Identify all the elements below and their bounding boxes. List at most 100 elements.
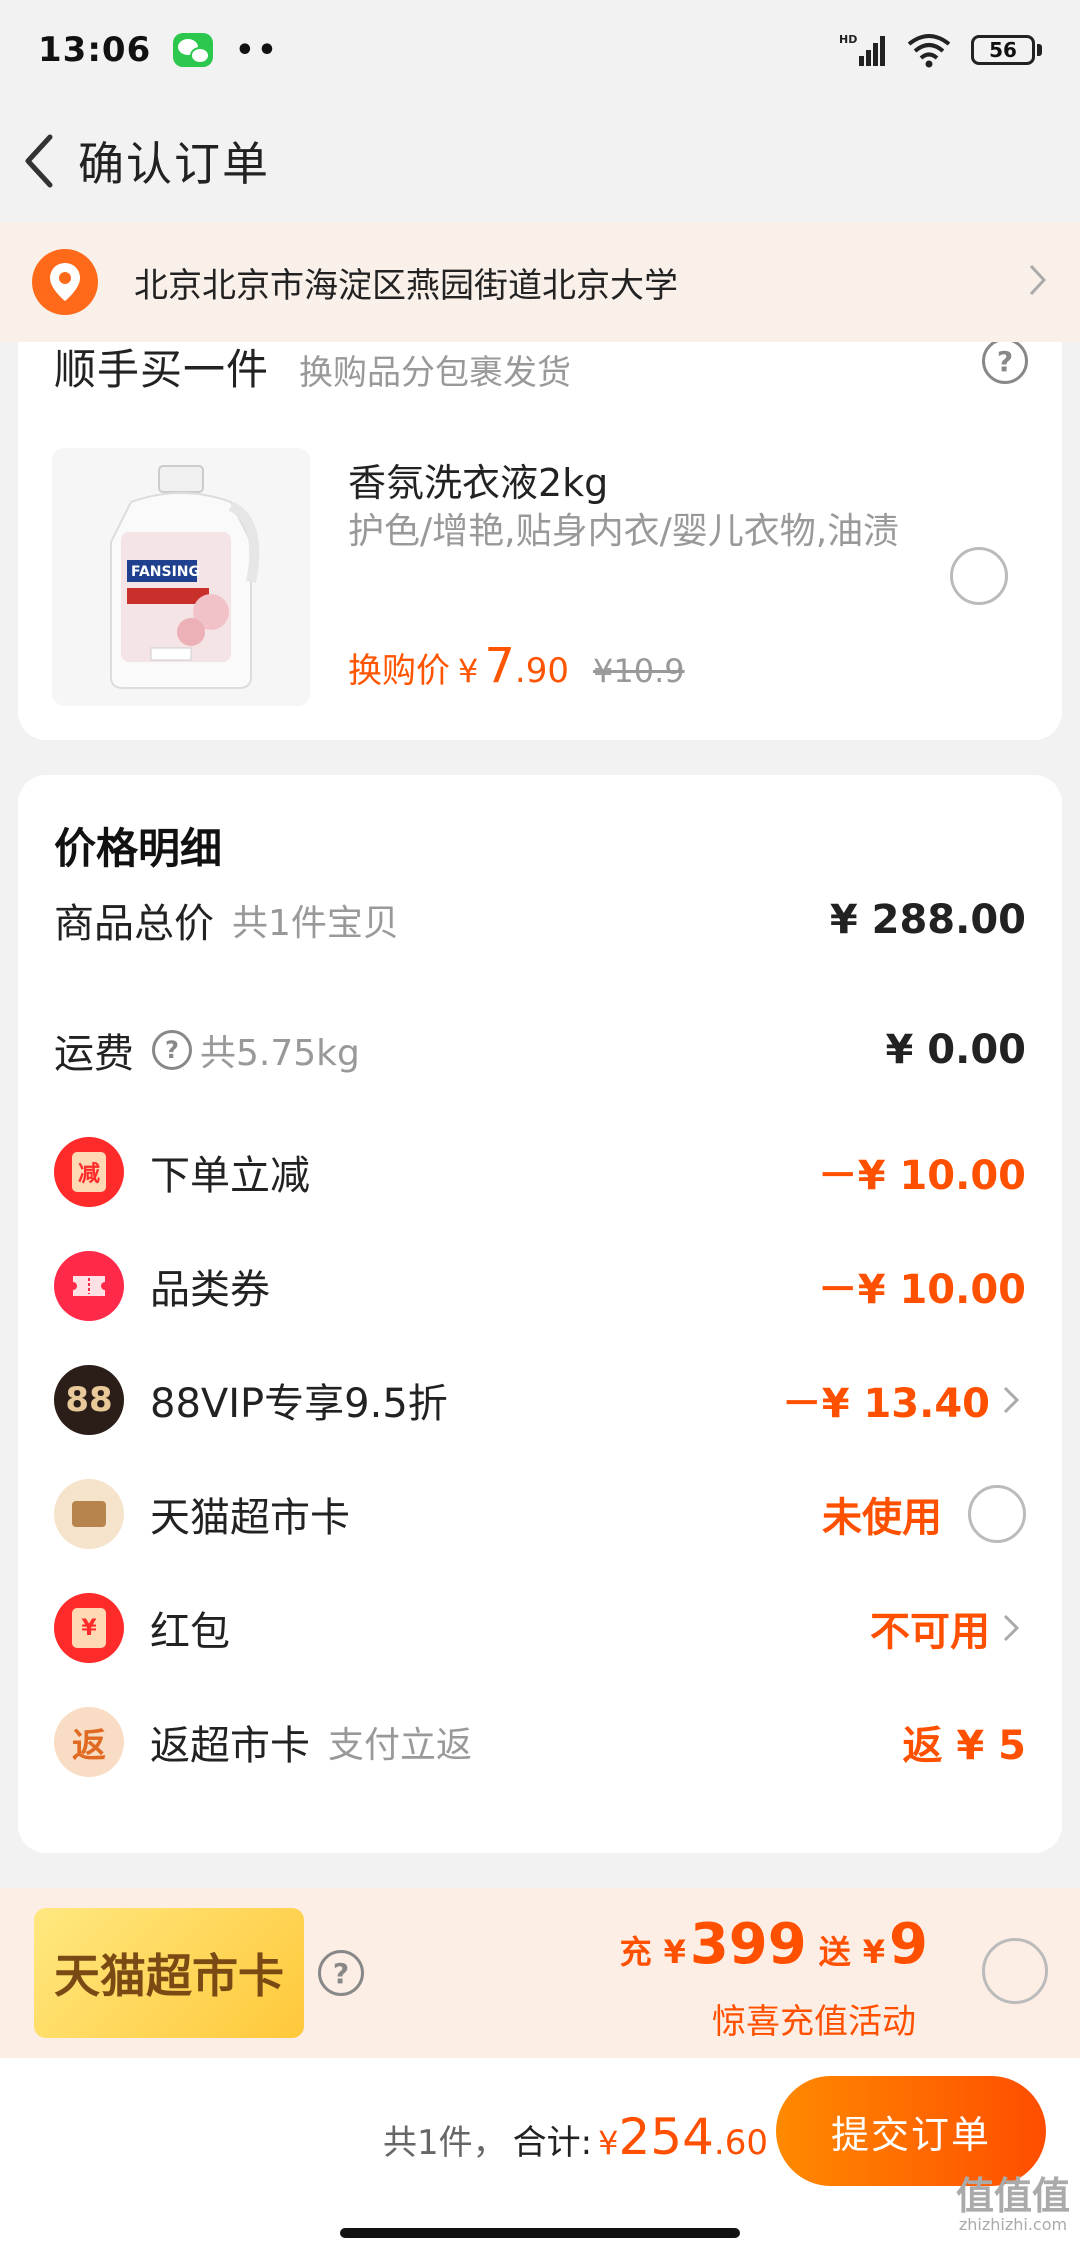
product-brand-label: FANSING — [131, 564, 200, 580]
price-detail-card: 价格明细 商品总价 共1件宝贝 ¥ 288.00 运费 ? 共5.75kg ¥ … — [18, 775, 1062, 1853]
row-right: 不可用 — [870, 1599, 1026, 1657]
watermark-main: 值值值 — [955, 2174, 1070, 2218]
battery-level: 56 — [971, 35, 1035, 65]
row-sub: 支付立返 — [328, 1725, 473, 1766]
price-integer: 7 — [484, 638, 515, 694]
addon-header: 顺手买一件 换购品分包裹发货 — [54, 336, 571, 397]
row-label: 品类券 — [150, 1267, 270, 1313]
address-bar[interactable]: 北京北京市海淀区燕园街道北京大学 — [0, 222, 1080, 342]
row-goods-total: 商品总价 共1件宝贝 ¥ 288.00 — [54, 885, 1026, 955]
wifi-icon — [907, 34, 951, 68]
gift-yen: ¥ — [862, 1933, 886, 1971]
detergent-bottle-icon: FANSING — [110, 465, 260, 689]
checkout-bar: 共1件， 合计: ¥ 254 .60 提交订单 值值值 zhizhizhi.co… — [0, 2058, 1080, 2248]
icon-label: ¥ — [72, 1608, 106, 1648]
promo-description: 惊喜充值活动 — [712, 2002, 916, 2042]
card-icon — [54, 1479, 124, 1549]
gift-amount: 9 — [889, 1912, 928, 1977]
row-label: 运费 — [54, 1031, 134, 1077]
supermarket-card-radio[interactable] — [968, 1485, 1026, 1543]
product-price: 换购价 ¥ 7 .90 ¥10.9 — [348, 638, 685, 694]
addon-card: 顺手买一件 换购品分包裹发货 ? FANSING 香氛洗衣液2kg 护色/增艳,… — [18, 300, 1062, 740]
row-right: 未使用 — [822, 1485, 1026, 1543]
help-icon[interactable]: ? — [318, 1950, 364, 1996]
row-label: 红包 — [150, 1609, 230, 1655]
addon-title: 顺手买一件 — [54, 345, 270, 394]
cashback-icon: 返 — [54, 1707, 124, 1777]
row-supermarket-card: 天猫超市卡 未使用 — [54, 1479, 1026, 1549]
icon-label: 减 — [72, 1152, 106, 1192]
row-right: －¥ 13.40 — [782, 1371, 1026, 1429]
row-88vip[interactable]: 88 88VIP专享9.5折 －¥ 13.40 — [54, 1365, 1026, 1435]
item-count: 共1件， — [383, 2123, 507, 2163]
page-header: 确认订单 — [0, 100, 1080, 222]
status-dots: •• — [235, 32, 280, 68]
row-sub: 共5.75kg — [200, 1033, 360, 1074]
battery-icon: 56 — [971, 35, 1042, 65]
watermark: 值值值 zhizhizhi.com — [956, 2176, 1070, 2234]
row-cashback: 返 返超市卡 支付立返 返 ¥ 5 — [54, 1707, 1026, 1777]
row-order-discount: 减 下单立减 －¥ 10.00 — [54, 1137, 1026, 1207]
status-time: 13:06 — [38, 30, 152, 70]
row-label: 下单立减 — [150, 1153, 310, 1199]
status-icons: HD 56 — [839, 32, 1042, 68]
promo-offer: 充 ¥ 399 送 ¥ 9 — [620, 1912, 940, 1977]
watermark-sub: zhizhizhi.com — [958, 2215, 1068, 2234]
row-value: ¥ 0.00 — [885, 1027, 1026, 1073]
product-image[interactable]: FANSING — [52, 448, 310, 706]
row-value: 不可用 — [870, 1609, 990, 1655]
order-total: 共1件， 合计: ¥ 254 .60 — [383, 2108, 768, 2166]
wechat-icon — [173, 33, 214, 67]
promo-select-radio[interactable] — [982, 1938, 1048, 2004]
status-bar: 13:06 •• HD 56 — [0, 0, 1080, 100]
row-label: 天猫超市卡 — [150, 1495, 350, 1541]
red-packet-icon: ¥ — [54, 1593, 124, 1663]
page-title: 确认订单 — [78, 137, 270, 191]
price-decimal: .90 — [514, 651, 569, 691]
chevron-right-icon — [1002, 1608, 1026, 1648]
price-label: 换购价 — [348, 651, 450, 691]
row-value: ¥ 288.00 — [829, 897, 1026, 943]
original-price: ¥10.9 — [592, 652, 685, 690]
help-icon[interactable]: ? — [982, 338, 1028, 384]
help-icon[interactable]: ? — [152, 1030, 192, 1070]
row-shipping: 运费 ? 共5.75kg ¥ 0.00 — [54, 1015, 1026, 1085]
row-value: －¥ 10.00 — [817, 1153, 1026, 1199]
row-value: 返 ¥ 5 — [902, 1723, 1026, 1769]
charge-amount: 399 — [689, 1912, 807, 1977]
row-label: 88VIP专享9.5折 — [150, 1381, 448, 1427]
chevron-right-icon — [1028, 263, 1048, 301]
charge-label: 充 — [619, 1933, 652, 1971]
vip-88-icon: 88 — [54, 1365, 124, 1435]
back-arrow-icon[interactable] — [14, 126, 64, 196]
total-label: 合计: — [512, 2123, 593, 2163]
row-value: －¥ 13.40 — [781, 1381, 990, 1427]
price-yen: ¥ — [458, 652, 479, 690]
price-detail-title: 价格明细 — [54, 824, 223, 873]
discount-envelope-icon: 减 — [54, 1137, 124, 1207]
signal-icon: HD — [839, 33, 885, 66]
row-label: 返超市卡 — [150, 1723, 310, 1769]
row-sub: 共1件宝贝 — [232, 903, 399, 944]
supermarket-card-badge: 天猫超市卡 — [34, 1908, 304, 2038]
location-pin-icon — [32, 249, 98, 315]
row-category-coupon: 品类券 －¥ 10.00 — [54, 1251, 1026, 1321]
total-yen: ¥ — [598, 2124, 619, 2162]
promo-banner: 天猫超市卡 ? 充 ¥ 399 送 ¥ 9 惊喜充值活动 — [0, 1888, 1080, 2058]
submit-order-button[interactable]: 提交订单 — [776, 2076, 1046, 2186]
home-indicator[interactable] — [340, 2228, 740, 2238]
row-value: 未使用 — [822, 1495, 942, 1541]
network-label: HD — [839, 33, 857, 46]
row-label: 商品总价 — [54, 901, 214, 947]
charge-yen: ¥ — [663, 1933, 686, 1971]
total-decimal: .60 — [713, 2123, 768, 2163]
addon-select-radio[interactable] — [950, 547, 1008, 605]
gift-label: 送 — [818, 1933, 851, 1971]
total-integer: 254 — [618, 2108, 714, 2166]
chevron-right-icon — [1002, 1380, 1026, 1420]
address-text: 北京北京市海淀区燕园街道北京大学 — [134, 265, 678, 306]
product-description: 护色/增艳,贴身内衣/婴儿衣物,油渍 — [348, 511, 900, 552]
product-name: 香氛洗衣液2kg — [348, 461, 609, 505]
coupon-icon — [54, 1251, 124, 1321]
row-red-packet[interactable]: ¥ 红包 不可用 — [54, 1593, 1026, 1663]
